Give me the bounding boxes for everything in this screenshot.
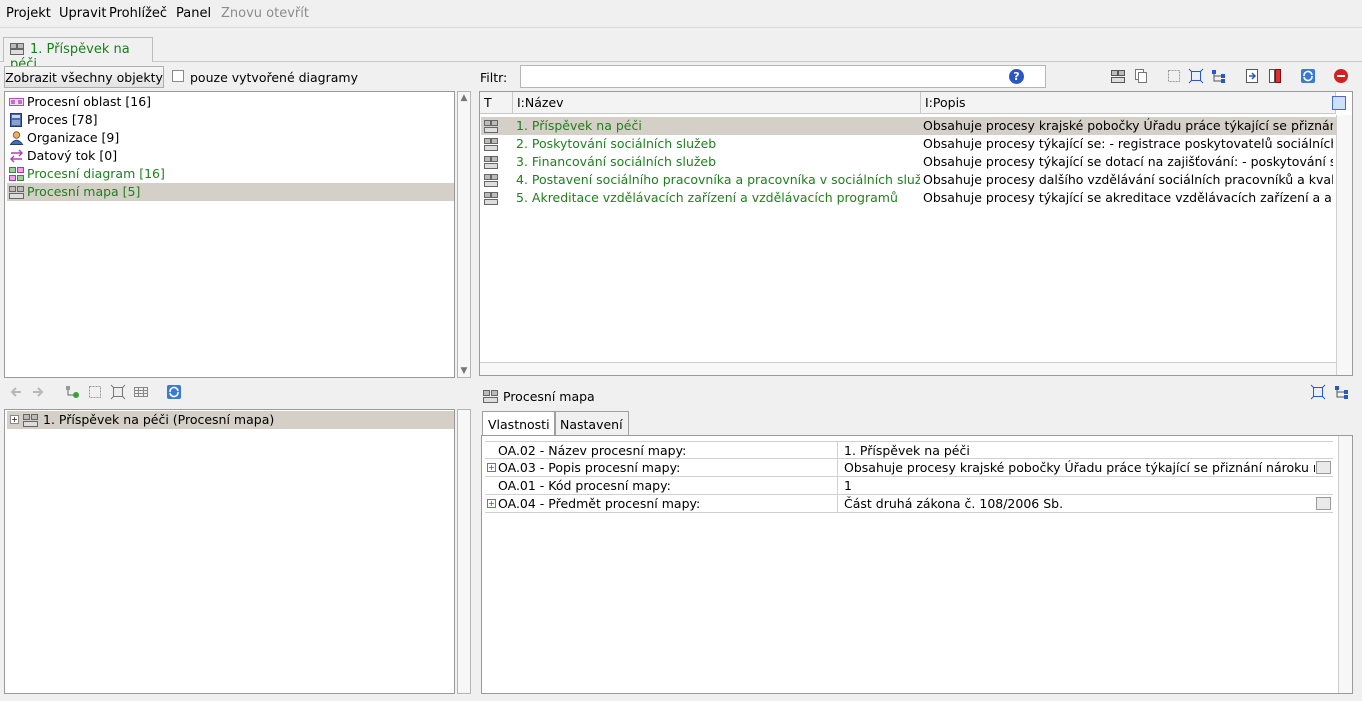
- fit-to-window-icon[interactable]: [87, 384, 103, 400]
- filter-label: Filtr:: [480, 70, 508, 85]
- column-header-type[interactable]: T: [480, 92, 513, 114]
- tree-item-procesni-oblast[interactable]: Procesní oblast [16]: [7, 93, 454, 111]
- table-cell-description: Obsahuje procesy týkající se: - registra…: [923, 136, 1333, 151]
- table-cell-description: Obsahuje procesy týkající se akreditace …: [923, 190, 1333, 205]
- table-cell-description: Obsahuje procesy krajské pobočky Úřadu p…: [923, 118, 1333, 133]
- object-tree-scrollbar[interactable]: ▲ ▼: [457, 91, 471, 378]
- table-cell-name: 3. Financování sociálních služeb: [516, 154, 716, 169]
- menu-projekt[interactable]: Projekt: [6, 6, 51, 21]
- menu-prohlizec[interactable]: Prohlížeč: [109, 6, 167, 21]
- forward-arrow-icon[interactable]: [30, 384, 46, 400]
- fit-to-window-icon[interactable]: [1166, 68, 1182, 84]
- data-flow-icon: [9, 149, 24, 163]
- grid-icon[interactable]: [133, 384, 149, 400]
- navigation-tree[interactable]: + 1. Příspěvek na péči (Procesní mapa): [4, 409, 455, 694]
- property-row[interactable]: + OA.03 - Popis procesní mapy: Obsahuje …: [485, 459, 1333, 477]
- table-row[interactable]: 3. Financování sociálních služeb Obsahuj…: [481, 153, 1337, 171]
- table-cell-name: 1. Příspěvek na péči: [516, 118, 642, 133]
- table-cell-name: 5. Akreditace vzdělávacích zařízení a vz…: [516, 190, 898, 205]
- table-row[interactable]: 1. Příspěvek na péči Obsahuje procesy kr…: [481, 117, 1337, 135]
- book-icon[interactable]: [1267, 68, 1283, 84]
- table-cell-description: Obsahuje procesy dalšího vzdělávání soci…: [923, 172, 1333, 187]
- process-map-icon: [483, 173, 499, 187]
- edit-text-button[interactable]: [1316, 461, 1331, 474]
- hierarchy-icon[interactable]: [1211, 68, 1227, 84]
- document-tab[interactable]: 1. Příspěvek na péči: [3, 37, 153, 72]
- scroll-down-arrow[interactable]: ▼: [458, 365, 470, 377]
- menu-znovu-otevrit: Znovu otevřít: [221, 6, 309, 21]
- show-all-objects-button[interactable]: Zobrazit všechny objekty: [4, 66, 164, 88]
- table-cell-name: 2. Poskytování sociálních služeb: [516, 136, 717, 151]
- tab-vlastnosti[interactable]: Vlastnosti: [482, 411, 556, 436]
- table-row[interactable]: 4. Postavení sociálního pracovníka a pra…: [481, 171, 1337, 189]
- process-icon: [9, 113, 24, 127]
- zoom-frame-icon[interactable]: [1310, 384, 1326, 400]
- tree-link-icon[interactable]: [64, 384, 80, 400]
- only-created-diagrams-checkbox[interactable]: [172, 70, 184, 82]
- table-row[interactable]: 5. Akreditace vzdělávacích zařízení a vz…: [481, 189, 1337, 207]
- tree-item-procesni-diagram[interactable]: Procesní diagram [16]: [7, 165, 454, 183]
- process-map-icon: [23, 413, 38, 427]
- back-arrow-icon[interactable]: [8, 384, 24, 400]
- hierarchy-icon[interactable]: [1334, 384, 1350, 400]
- refresh-icon[interactable]: [1300, 68, 1316, 84]
- process-map-icon: [483, 155, 499, 169]
- zoom-frame-icon[interactable]: [110, 384, 126, 400]
- help-icon[interactable]: ?: [1009, 69, 1024, 84]
- table-horizontal-scrollbar[interactable]: [480, 362, 1336, 375]
- property-row[interactable]: OA.02 - Název procesní mapy: 1. Příspěve…: [485, 441, 1333, 459]
- only-created-diagrams-label: pouze vytvořené diagramy: [190, 70, 358, 85]
- process-map-icon: [10, 43, 24, 55]
- properties-scrollbar[interactable]: [1338, 436, 1352, 693]
- property-row[interactable]: OA.01 - Kód procesní mapy: 1: [485, 477, 1333, 495]
- tree-item-procesni-mapa[interactable]: Procesní mapa [5]: [7, 183, 454, 201]
- detail-title: Procesní mapa: [503, 389, 595, 404]
- filter-input[interactable]: [520, 65, 1046, 88]
- process-map-icon: [483, 119, 499, 133]
- menu-panel[interactable]: Panel: [176, 6, 211, 21]
- menu-upravit[interactable]: Upravit: [59, 6, 106, 21]
- stop-icon[interactable]: [1333, 68, 1349, 84]
- tab-nastaveni[interactable]: Nastavení: [554, 411, 629, 435]
- expand-icon[interactable]: +: [10, 415, 19, 424]
- tree-item-datovy-tok[interactable]: Datový tok [0]: [7, 147, 454, 165]
- process-map-icon: [483, 389, 498, 403]
- process-map-icon: [483, 191, 499, 205]
- properties-panel: OA.02 - Název procesní mapy: 1. Příspěve…: [481, 435, 1353, 694]
- person-icon: [9, 131, 24, 145]
- property-row[interactable]: + OA.04 - Předmět procesní mapy: Část dr…: [485, 495, 1333, 513]
- process-map-icon: [483, 137, 499, 151]
- expand-icon[interactable]: +: [487, 499, 496, 508]
- object-type-tree[interactable]: Procesní oblast [16] Proces [78] Organiz…: [4, 91, 455, 378]
- import-icon[interactable]: [1244, 68, 1260, 84]
- object-table[interactable]: T I:Název I:Popis 1. Příspěvek na péči O…: [479, 91, 1353, 376]
- process-diagram-icon: [9, 167, 24, 181]
- tree-item-proces[interactable]: Proces [78]: [7, 111, 454, 129]
- menu-bar: Projekt Upravit Prohlížeč Panel Znovu ot…: [0, 0, 1362, 28]
- table-vertical-scrollbar[interactable]: [1336, 115, 1352, 375]
- copy-icon[interactable]: [1133, 68, 1149, 84]
- edit-text-button[interactable]: [1316, 497, 1331, 510]
- column-chooser-icon[interactable]: [1332, 96, 1346, 110]
- process-area-icon: [9, 95, 24, 109]
- process-map-icon: [9, 185, 24, 199]
- scroll-up-arrow[interactable]: ▲: [458, 92, 470, 104]
- table-row[interactable]: 2. Poskytování sociálních služeb Obsahuj…: [481, 135, 1337, 153]
- tree-item-organizace[interactable]: Organizace [9]: [7, 129, 454, 147]
- expand-icon[interactable]: +: [487, 463, 496, 472]
- tree-item-map[interactable]: + 1. Příspěvek na péči (Procesní mapa): [7, 411, 454, 429]
- column-header-name[interactable]: I:Název: [513, 92, 921, 114]
- zoom-frame-icon[interactable]: [1188, 68, 1204, 84]
- navigation-tree-scrollbar[interactable]: [457, 409, 471, 694]
- open-map-icon[interactable]: [1110, 68, 1126, 84]
- table-cell-name: 4. Postavení sociálního pracovníka a pra…: [516, 172, 920, 187]
- refresh-icon[interactable]: [166, 384, 182, 400]
- document-tab-strip: 1. Příspěvek na péči: [0, 29, 1362, 72]
- column-header-description[interactable]: I:Popis: [921, 92, 1336, 114]
- table-cell-description: Obsahuje procesy týkající se dotací na z…: [923, 154, 1333, 169]
